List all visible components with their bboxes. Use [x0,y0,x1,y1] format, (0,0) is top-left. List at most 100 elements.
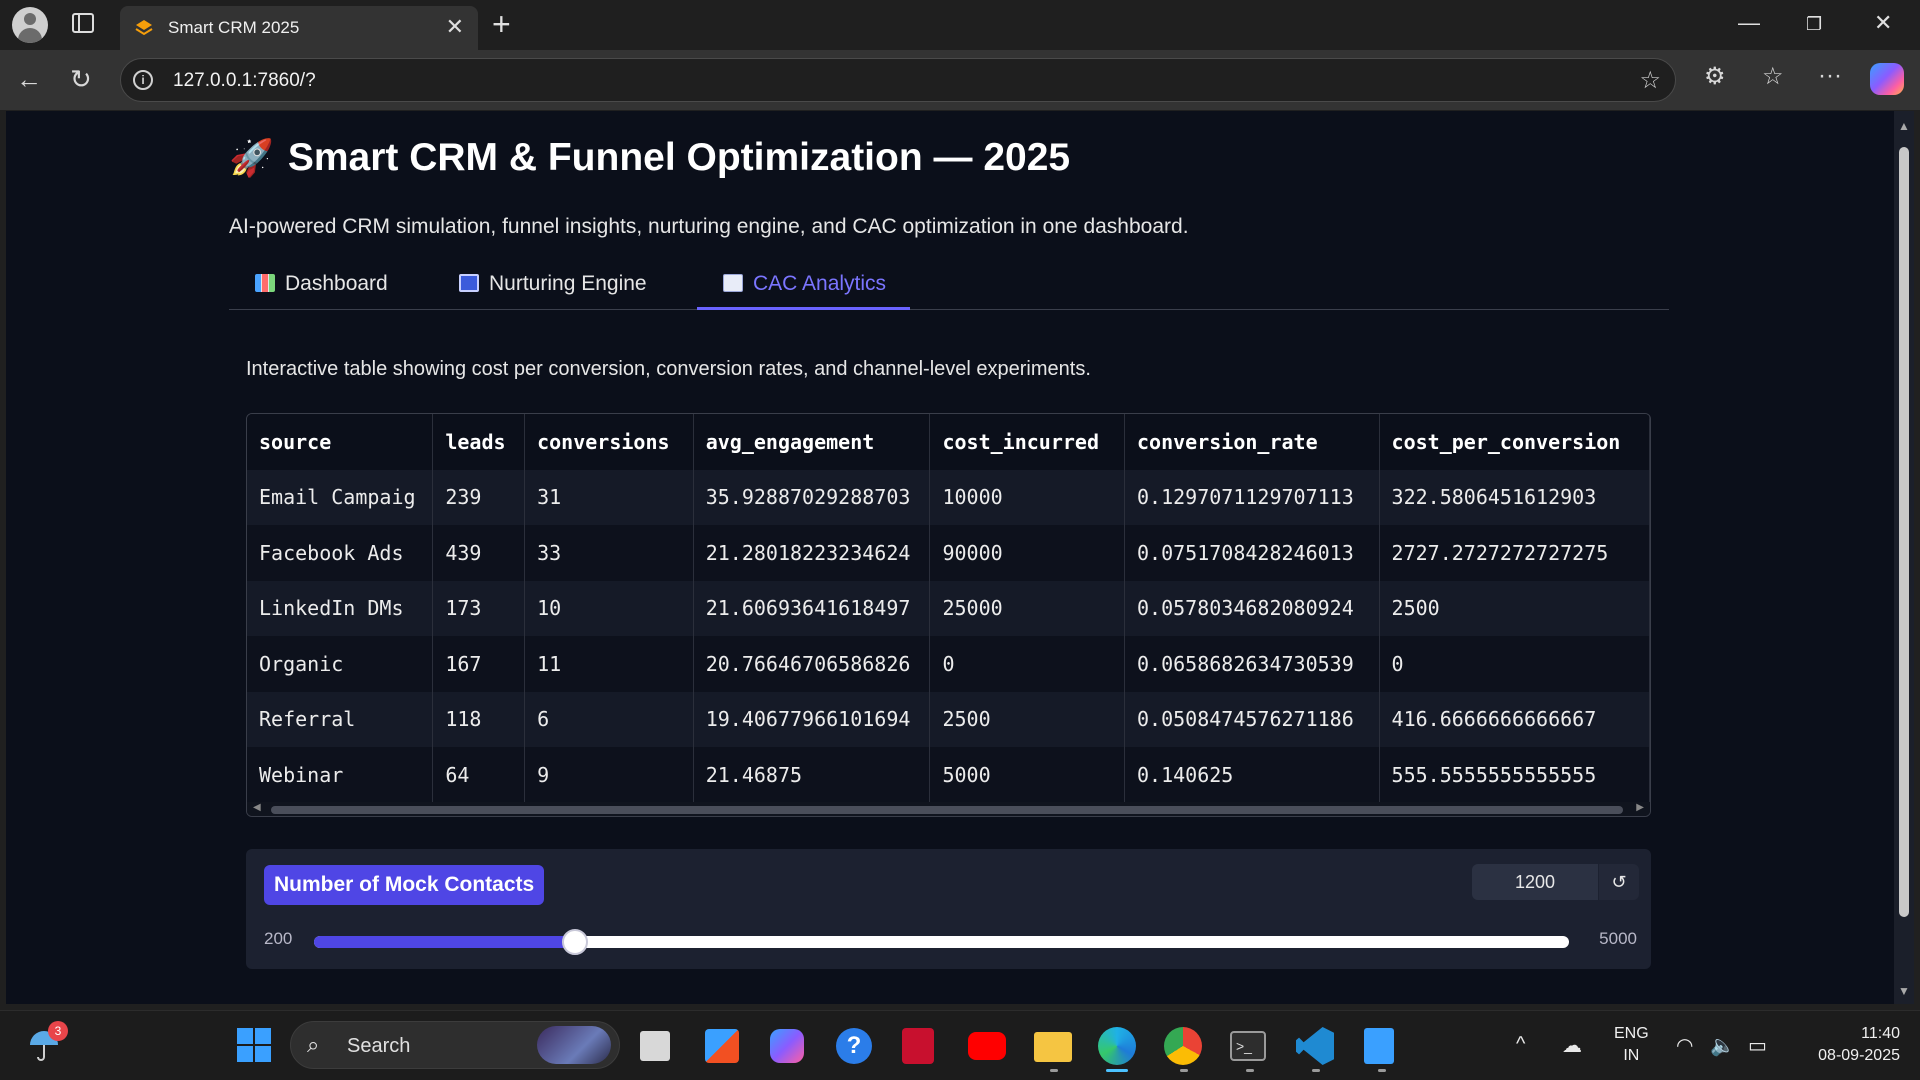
table-cell[interactable]: 6 [524,691,694,747]
table-cell[interactable]: 0.1297071129707113 [1124,469,1380,525]
microsoft-store-icon[interactable] [705,1029,739,1063]
scroll-left-icon[interactable]: ◀ [253,802,261,813]
table-cell[interactable]: Referral [247,691,434,747]
table-cell[interactable]: 10 [524,580,694,636]
site-info-icon[interactable]: i [133,70,153,90]
favorite-star-icon[interactable]: ☆ [1639,66,1661,95]
close-window-icon[interactable]: ✕ [1874,10,1892,36]
table-cell[interactable]: 21.46875 [693,747,931,803]
copilot-icon[interactable] [1870,63,1904,95]
restore-icon[interactable]: ❐ [1806,14,1822,35]
table-cell[interactable]: 439 [432,525,526,581]
table-cell[interactable]: 0.0658682634730539 [1124,636,1380,692]
table-cell[interactable]: LinkedIn DMs [247,580,434,636]
task-view-icon[interactable] [640,1031,670,1061]
table-cell[interactable]: 118 [432,691,526,747]
help-icon[interactable]: ? [836,1028,872,1064]
table-cell[interactable]: 21.28018223234624 [693,525,931,581]
table-cell[interactable]: Facebook Ads [247,525,434,581]
table-cell[interactable]: 25000 [929,580,1125,636]
table-cell[interactable]: 0 [1379,636,1650,692]
column-header-source[interactable]: source [247,414,434,470]
table-cell[interactable]: 322.5806451612903 [1379,469,1650,525]
file-explorer-icon[interactable] [1034,1032,1072,1062]
table-cell[interactable]: 21.60693641618497 [693,580,931,636]
column-header-avg-engagement[interactable]: avg_engagement [693,414,931,470]
more-menu-icon[interactable]: ··· [1818,62,1842,90]
mcafee-icon[interactable] [902,1028,934,1064]
chrome-icon[interactable] [1164,1027,1202,1065]
youtube-icon[interactable] [968,1032,1006,1060]
tab-actions-icon[interactable] [72,13,94,33]
wifi-icon[interactable]: ◠ [1676,1033,1693,1058]
tab-dashboard[interactable]: Dashboard [255,264,388,310]
vscode-icon[interactable] [1296,1027,1334,1065]
table-cell[interactable]: 19.40677966101694 [693,691,931,747]
taskbar-search[interactable]: ⌕ Search [290,1021,620,1069]
column-header-leads[interactable]: leads [432,414,526,470]
scroll-right-icon[interactable]: ▶ [1636,802,1644,813]
tab-nurturing-engine[interactable]: Nurturing Engine [459,264,647,310]
browser-tab[interactable]: Smart CRM 2025 ✕ [120,6,478,50]
table-cell[interactable]: 11 [524,636,694,692]
copilot-app-icon[interactable] [770,1029,804,1063]
language-indicator[interactable]: ENG IN [1614,1023,1649,1067]
column-header-conversions[interactable]: conversions [524,414,694,470]
favorites-icon[interactable]: ☆ [1762,62,1784,91]
table-cell[interactable]: 20.76646706586826 [693,636,931,692]
table-cell[interactable]: 173 [432,580,526,636]
scrollbar-thumb[interactable] [1899,147,1909,917]
windows-start-icon[interactable] [234,1025,274,1065]
table-cell[interactable]: 2500 [929,691,1125,747]
table-cell[interactable]: 90000 [929,525,1125,581]
table-cell[interactable]: 0.0751708428246013 [1124,525,1380,581]
notepad-icon[interactable] [1364,1028,1394,1064]
scroll-down-icon[interactable]: ▼ [1898,984,1910,998]
terminal-icon[interactable]: >_ [1230,1031,1266,1061]
battery-icon[interactable]: ▭ [1748,1033,1767,1058]
table-cell[interactable]: 0.140625 [1124,747,1380,803]
volume-icon[interactable]: 🔈 [1710,1033,1735,1058]
reset-button[interactable]: ↺ [1599,864,1639,900]
scroll-up-icon[interactable]: ▲ [1898,119,1910,133]
column-header-conversion-rate[interactable]: conversion_rate [1124,414,1380,470]
column-header-cost-incurred[interactable]: cost_incurred [929,414,1125,470]
edge-browser-icon[interactable] [1098,1027,1136,1065]
table-cell[interactable]: 555.5555555555555 [1379,747,1650,803]
table-cell[interactable]: 31 [524,469,694,525]
chevron-up-icon[interactable]: ^ [1516,1033,1525,1056]
table-cell[interactable]: 33 [524,525,694,581]
table-cell[interactable]: 2727.2727272727275 [1379,525,1650,581]
table-cell[interactable]: 0.0508474576271186 [1124,691,1380,747]
back-icon[interactable]: ← [16,64,42,95]
contacts-number-input[interactable]: 1200 [1472,864,1598,900]
table-cell[interactable]: Organic [247,636,434,692]
clock[interactable]: 11:40 08-09-2025 [1790,1023,1900,1067]
table-cell[interactable]: Email Campaig [247,469,434,525]
url-text[interactable]: 127.0.0.1:7860/? [173,70,316,92]
minimize-icon[interactable]: — [1738,10,1760,36]
tab-cac-analytics[interactable]: CAC Analytics [697,264,911,310]
table-cell[interactable]: 416.6666666666667 [1379,691,1650,747]
table-cell[interactable]: 9 [524,747,694,803]
slider-handle[interactable] [562,929,588,955]
table-cell[interactable]: 239 [432,469,526,525]
table-cell[interactable]: 10000 [929,469,1125,525]
new-tab-icon[interactable]: + [492,6,511,43]
slider-track[interactable] [314,929,1569,955]
table-cell[interactable]: 167 [432,636,526,692]
column-header-cost-per-conversion[interactable]: cost_per_conversion [1379,414,1650,470]
table-scrollbar-thumb[interactable] [271,806,1623,814]
table-cell[interactable]: 64 [432,747,526,803]
close-tab-icon[interactable]: ✕ [446,14,464,40]
table-cell[interactable]: 2500 [1379,580,1650,636]
profile-avatar-icon[interactable] [12,7,48,43]
table-cell[interactable]: 0.0578034682080924 [1124,580,1380,636]
table-horizontal-scrollbar[interactable]: ◀ ▶ [247,802,1650,816]
table-cell[interactable]: 5000 [929,747,1125,803]
table-cell[interactable]: 35.92887029288703 [693,469,931,525]
cac-table[interactable]: source leads conversions avg_engagement … [246,413,1651,817]
refresh-icon[interactable]: ↻ [70,64,92,95]
table-cell[interactable]: 0 [929,636,1125,692]
extensions-icon[interactable]: ⚙ [1704,62,1726,91]
